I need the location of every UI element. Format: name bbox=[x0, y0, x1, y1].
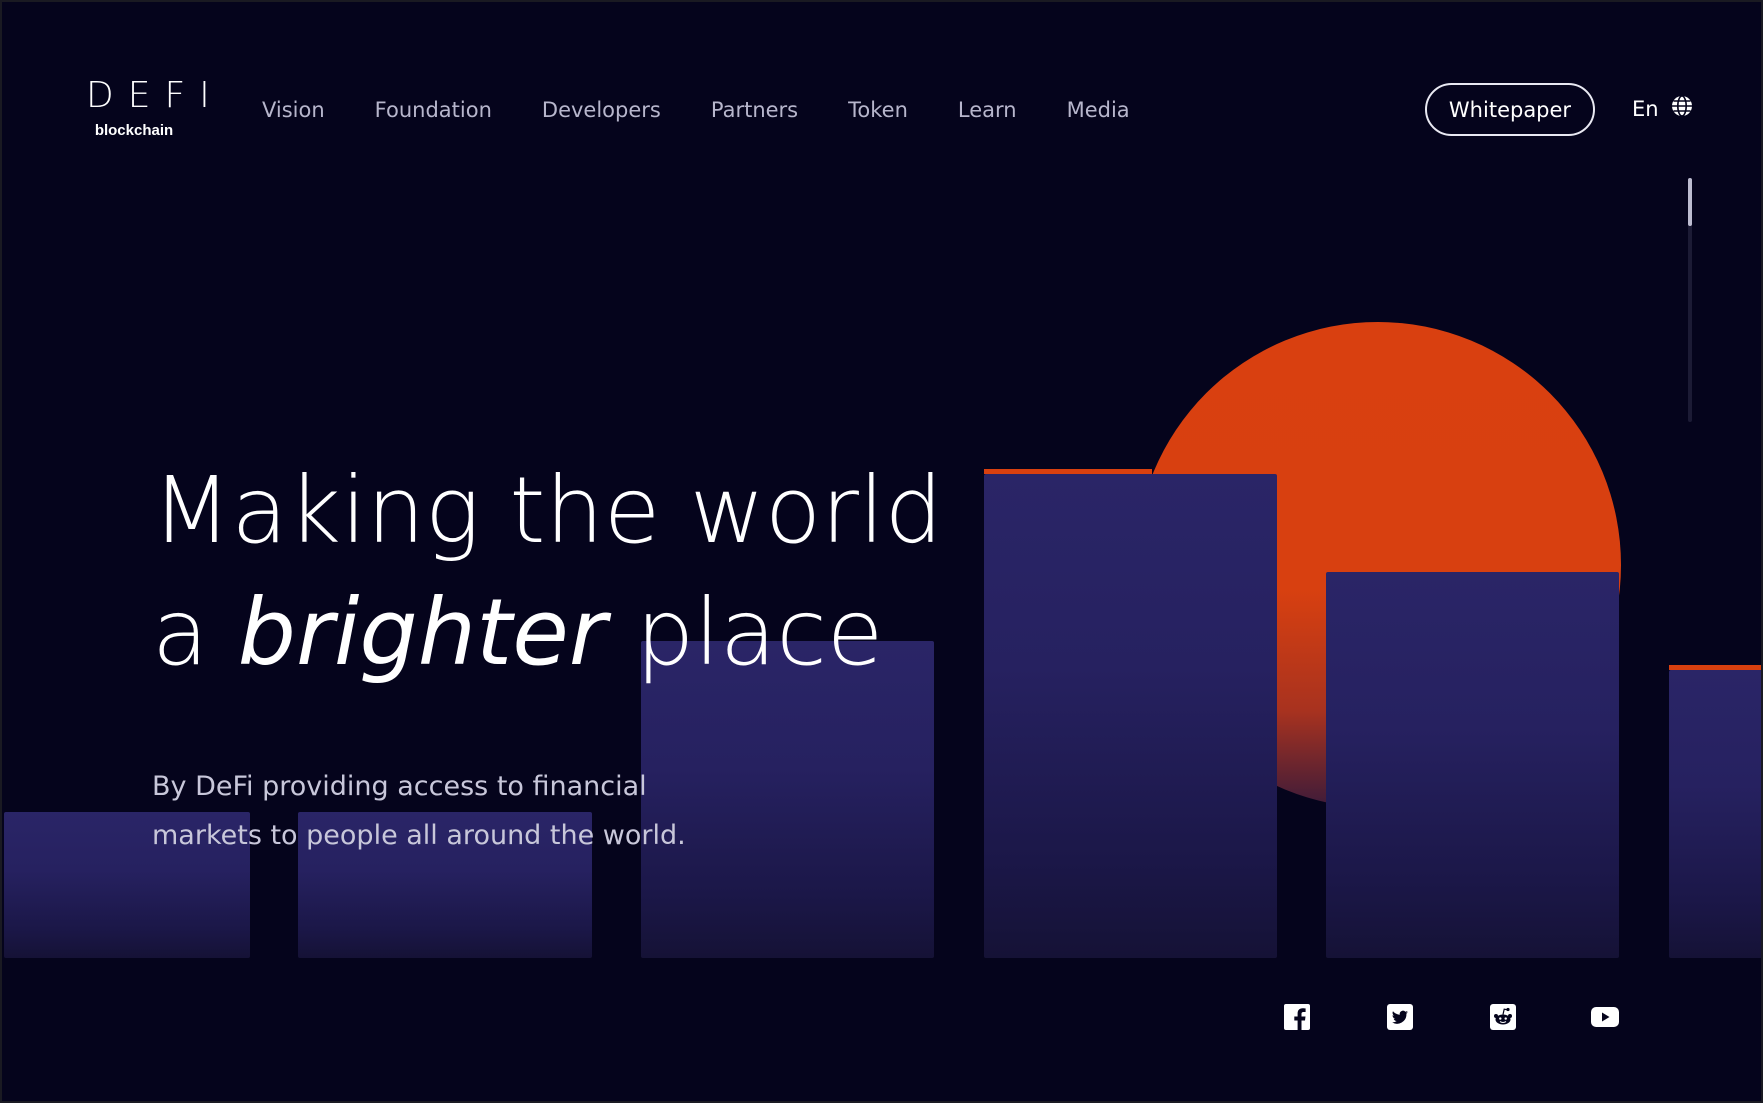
hero-subtitle-line1: By DeFi providing access to financial bbox=[152, 771, 647, 802]
nav-item-partners[interactable]: Partners bbox=[711, 94, 798, 126]
nav-item-vision[interactable]: Vision bbox=[262, 94, 325, 126]
reddit-icon[interactable] bbox=[1488, 1002, 1518, 1032]
whitepaper-button-label: Whitepaper bbox=[1448, 97, 1572, 122]
hero-title: Making the world a brighter place bbox=[152, 450, 943, 694]
hero-title-emphasis: brighter bbox=[237, 579, 607, 686]
bar-graphic-4 bbox=[984, 474, 1277, 958]
whitepaper-button[interactable]: Whitepaper bbox=[1425, 83, 1595, 136]
hero-title-line1: Making the world bbox=[152, 457, 943, 564]
hero-title-line2-prefix: a bbox=[152, 579, 238, 686]
facebook-icon[interactable] bbox=[1282, 1002, 1312, 1032]
page-frame: DEFI blockchain Vision Foundation Develo… bbox=[0, 0, 1763, 1103]
language-selector[interactable]: En bbox=[1632, 95, 1693, 122]
twitter-icon[interactable] bbox=[1385, 1002, 1415, 1032]
nav-item-learn[interactable]: Learn bbox=[958, 94, 1017, 126]
nav-item-foundation[interactable]: Foundation bbox=[375, 94, 492, 126]
nav-item-token[interactable]: Token bbox=[848, 94, 908, 126]
logo-subtitle: blockchain bbox=[94, 122, 174, 139]
nav-item-developers[interactable]: Developers bbox=[542, 94, 661, 126]
bar-graphic-5 bbox=[1326, 572, 1619, 958]
youtube-icon[interactable] bbox=[1590, 1002, 1620, 1032]
main-nav: Vision Foundation Developers Partners To… bbox=[262, 94, 1180, 126]
nav-item-media[interactable]: Media bbox=[1067, 94, 1130, 126]
logo-mark: DEFI bbox=[86, 75, 224, 116]
hero-title-line2-suffix: place bbox=[606, 579, 884, 686]
language-label: En bbox=[1632, 96, 1659, 121]
scroll-thumb[interactable] bbox=[1688, 178, 1692, 226]
hero-subtitle: By DeFi providing access to financial ma… bbox=[152, 762, 712, 860]
scroll-track[interactable] bbox=[1688, 178, 1692, 422]
globe-icon bbox=[1671, 95, 1693, 122]
bar-graphic-6 bbox=[1669, 670, 1761, 958]
hero-subtitle-line2: markets to people all around the world. bbox=[152, 820, 686, 851]
logo[interactable]: DEFI blockchain bbox=[76, 75, 224, 140]
